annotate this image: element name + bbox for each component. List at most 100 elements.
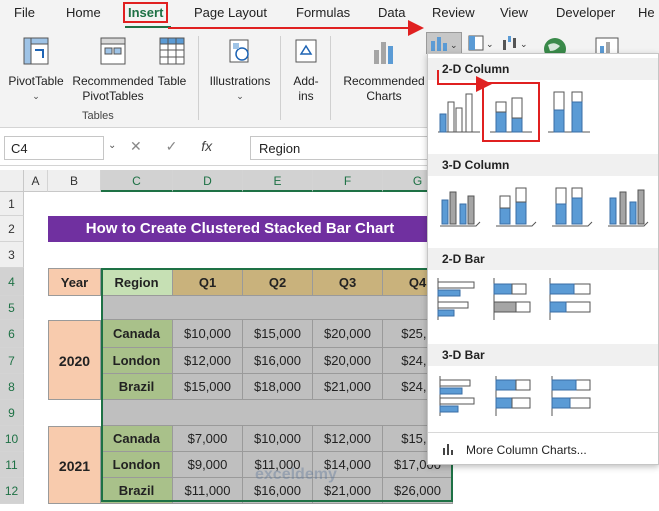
column-header[interactable]: B	[48, 170, 101, 192]
value-cell[interactable]: $20,000	[313, 348, 383, 374]
row-header[interactable]: 10	[0, 426, 24, 452]
year-cell[interactable]: 2020	[48, 320, 101, 400]
value-cell[interactable]: $11,000	[243, 452, 313, 478]
row-header[interactable]: 5	[0, 296, 24, 320]
region-cell[interactable]: London	[101, 452, 173, 478]
value-cell[interactable]: $12,000	[173, 348, 243, 374]
row-header[interactable]: 9	[0, 400, 24, 426]
value-cell[interactable]: $11,000	[173, 478, 243, 504]
stacked-bar-icon[interactable]	[492, 276, 538, 322]
clustered-bar-icon[interactable]	[436, 276, 482, 322]
3d-stacked-bar-icon[interactable]	[492, 372, 538, 418]
menu-view[interactable]: View	[500, 5, 528, 20]
stacked-column-icon[interactable]	[488, 88, 534, 134]
3d-100-stacked-column-icon[interactable]	[548, 182, 594, 228]
formula-controls: ✕ ✓ fx	[130, 138, 212, 155]
row-header[interactable]: 3	[0, 242, 24, 268]
waterfall-chart-button[interactable]: ⌄	[500, 32, 532, 54]
value-cell[interactable]: $21,000	[313, 478, 383, 504]
recommended-charts-icon	[374, 42, 393, 64]
ribbon-divider	[198, 36, 199, 120]
blank-row[interactable]	[101, 400, 453, 426]
hierarchy-chart-button[interactable]: ⌄	[466, 32, 496, 54]
region-cell[interactable]: Brazil	[101, 478, 173, 504]
q3-header-cell[interactable]: Q3	[313, 268, 383, 296]
3d-stacked-column-icon[interactable]	[492, 182, 538, 228]
value-cell[interactable]: $7,000	[173, 426, 243, 452]
cancel-icon[interactable]: ✕	[130, 138, 142, 154]
column-header[interactable]: C	[101, 170, 173, 192]
value-cell[interactable]: $12,000	[313, 426, 383, 452]
menu-insert[interactable]: Insert	[123, 2, 169, 23]
value-cell[interactable]: $20,000	[313, 320, 383, 348]
menu-data[interactable]: Data	[378, 5, 405, 20]
value-cell[interactable]: $10,000	[173, 320, 243, 348]
column-header[interactable]: A	[24, 170, 48, 192]
waterfall-chart-icon: ⌄	[503, 36, 528, 50]
blank-row[interactable]	[101, 296, 453, 320]
section-3d-column: 3-D Column	[428, 154, 658, 176]
value-cell[interactable]: $16,000	[243, 478, 313, 504]
row-header[interactable]: 6	[0, 320, 24, 348]
fx-icon[interactable]: fx	[201, 138, 212, 154]
more-column-charts-link[interactable]: More Column Charts...	[466, 443, 587, 457]
addins-button[interactable]: Add- ins	[286, 36, 326, 104]
menu-page-layout[interactable]: Page Layout	[194, 5, 267, 20]
q2-header-cell[interactable]: Q2	[243, 268, 313, 296]
column-header[interactable]: D	[173, 170, 243, 192]
recommended-charts-button[interactable]: Recommended Charts	[338, 36, 430, 104]
pivottable-button[interactable]: PivotTable ⌄	[6, 36, 66, 104]
menu-developer[interactable]: Developer	[556, 5, 615, 20]
3d-100-stacked-bar-icon[interactable]	[548, 372, 594, 418]
3d-column-icon[interactable]	[604, 182, 650, 228]
table-button[interactable]: Table	[154, 36, 190, 89]
region-header-cell[interactable]: Region	[101, 268, 173, 296]
region-cell[interactable]: London	[101, 348, 173, 374]
value-cell[interactable]: $15,000	[173, 374, 243, 400]
confirm-icon[interactable]: ✓	[166, 138, 178, 154]
row-header[interactable]: 12	[0, 478, 24, 504]
year-header-cell[interactable]: Year	[48, 268, 101, 296]
name-box-dropdown-icon[interactable]: ⌄	[108, 140, 116, 151]
illustrations-button[interactable]: Illustrations ⌄	[204, 36, 276, 104]
value-cell[interactable]: $9,000	[173, 452, 243, 478]
value-cell[interactable]: $21,000	[313, 374, 383, 400]
chevron-down-icon: ⌄	[32, 91, 40, 101]
region-cell[interactable]: Canada	[101, 426, 173, 452]
row-header[interactable]: 8	[0, 374, 24, 400]
clustered-column-icon[interactable]	[436, 88, 482, 134]
menu-formulas[interactable]: Formulas	[296, 5, 350, 20]
q1-header-cell[interactable]: Q1	[173, 268, 243, 296]
column-header[interactable]: F	[313, 170, 383, 192]
recommended-pivottables-button[interactable]: Recommended PivotTables	[68, 36, 158, 104]
pivottable-label: PivotTable	[8, 74, 64, 88]
menu-file[interactable]: File	[14, 5, 35, 20]
insert-column-chart-button[interactable]: ⌄	[426, 32, 462, 54]
100-stacked-bar-icon[interactable]	[548, 276, 594, 322]
region-cell[interactable]: Brazil	[101, 374, 173, 400]
value-cell[interactable]: $16,000	[243, 348, 313, 374]
value-cell[interactable]: $10,000	[243, 426, 313, 452]
select-all-corner[interactable]	[0, 170, 24, 192]
menu-help[interactable]: He	[638, 5, 655, 20]
row-header[interactable]: 7	[0, 348, 24, 374]
value-cell[interactable]: $14,000	[313, 452, 383, 478]
menu-review[interactable]: Review	[432, 5, 475, 20]
100-stacked-column-icon[interactable]	[546, 88, 592, 134]
3d-clustered-column-icon[interactable]	[436, 182, 482, 228]
region-cell[interactable]: Canada	[101, 320, 173, 348]
row-header[interactable]: 11	[0, 452, 24, 478]
illustrations-icon	[229, 39, 249, 63]
value-cell[interactable]: $15,000	[243, 320, 313, 348]
row-header[interactable]: 1	[0, 192, 24, 216]
menu-home[interactable]: Home	[66, 5, 101, 20]
row-header[interactable]: 2	[0, 216, 24, 242]
row-header[interactable]: 4	[0, 268, 24, 296]
year-cell[interactable]: 2021	[48, 426, 101, 504]
column-header[interactable]: E	[243, 170, 313, 192]
name-box[interactable]: C4	[4, 136, 104, 160]
sheet-title: How to Create Clustered Stacked Bar Char…	[48, 216, 432, 242]
value-cell[interactable]: $26,000	[383, 478, 453, 504]
value-cell[interactable]: $18,000	[243, 374, 313, 400]
3d-clustered-bar-icon[interactable]	[436, 372, 482, 418]
